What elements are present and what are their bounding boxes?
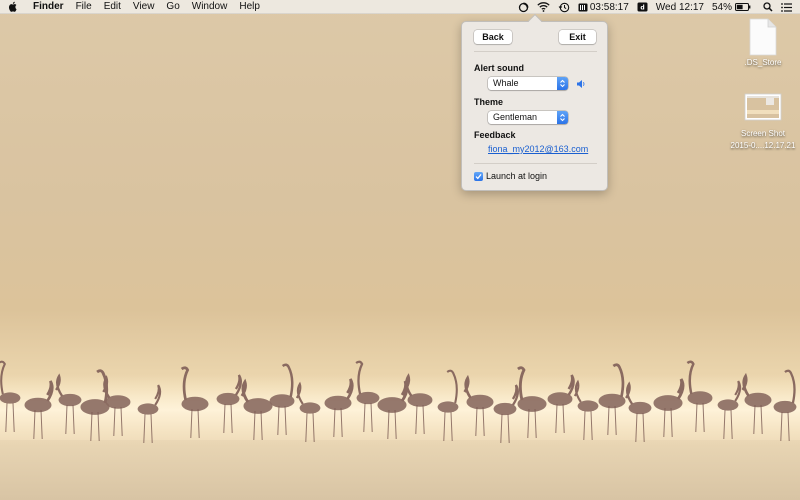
timer-icon [578, 3, 588, 11]
svg-text:d: d [640, 4, 644, 11]
desktop-file-label: .DS_Store [744, 58, 782, 67]
menu-view[interactable]: View [127, 0, 161, 14]
menu-app-name[interactable]: Finder [26, 0, 70, 14]
app-popover: Back Exit Alert sound Whale Theme Gentle… [461, 13, 608, 191]
back-button[interactable]: Back [474, 30, 512, 44]
wifi-icon[interactable] [533, 0, 554, 14]
flamingo-body [577, 400, 599, 412]
theme-label: Theme [474, 97, 504, 107]
desktop-file-ds-store[interactable]: .DS_Store [735, 18, 791, 68]
battery-percent: 54% [711, 1, 732, 13]
desktop-wallpaper [0, 0, 800, 500]
flamingo-body [437, 401, 459, 413]
exit-button[interactable]: Exit [559, 30, 596, 44]
launch-at-login-checkbox[interactable] [474, 171, 483, 181]
desktop-file-screenshot[interactable]: Screen Shot 2015-0....12.17.21 [722, 93, 800, 151]
flamingo-body [299, 402, 321, 414]
play-sound-icon[interactable] [574, 77, 587, 90]
spotlight-search-icon[interactable] [755, 0, 777, 14]
launch-at-login-label: Launch at login [486, 171, 548, 181]
desktop-file-label-line2: 2015-0....12.17.21 [730, 141, 796, 150]
desktop-file-label: Screen Shot [740, 129, 786, 138]
flamingo-body [137, 403, 159, 415]
alert-sound-select[interactable]: Whale [488, 77, 568, 90]
time-machine-icon[interactable] [554, 0, 574, 14]
theme-value: Gentleman [493, 112, 538, 122]
select-stepper-icon [557, 111, 568, 124]
flamingo-body [0, 392, 21, 404]
app-status-icon[interactable] [514, 0, 533, 14]
menu-file[interactable]: File [70, 0, 98, 14]
theme-select[interactable]: Gentleman [488, 111, 568, 124]
document-icon [749, 18, 777, 56]
divider [474, 163, 597, 164]
divider [474, 51, 597, 52]
battery-icon [735, 3, 751, 11]
flamingo-lake-image [0, 360, 800, 500]
clock-text[interactable]: Wed 12:17 [652, 0, 708, 14]
notification-center-icon[interactable] [777, 0, 800, 14]
menu-bar: Finder File Edit View Go Window Help 03:… [0, 0, 800, 14]
dictionary-icon[interactable]: d [633, 0, 652, 14]
menu-edit[interactable]: Edit [98, 0, 127, 14]
timer-status[interactable]: 03:58:17 [574, 0, 633, 14]
screenshot-thumbnail-icon [744, 93, 782, 121]
battery-status[interactable]: 54% [708, 0, 755, 14]
select-stepper-icon [557, 77, 568, 90]
checkmark-icon [475, 173, 482, 179]
apple-menu-icon[interactable] [0, 1, 26, 12]
feedback-label: Feedback [474, 130, 516, 140]
launch-at-login-row[interactable]: Launch at login [474, 171, 547, 181]
alert-sound-value: Whale [493, 78, 519, 88]
feedback-email-link[interactable]: fiona_my2012@163.com [488, 144, 588, 154]
menu-go[interactable]: Go [160, 0, 185, 14]
menu-window[interactable]: Window [186, 0, 234, 14]
menu-help[interactable]: Help [233, 0, 266, 14]
timer-text: 03:58:17 [589, 1, 629, 13]
flamingo-body [717, 399, 739, 411]
alert-sound-label: Alert sound [474, 63, 525, 73]
